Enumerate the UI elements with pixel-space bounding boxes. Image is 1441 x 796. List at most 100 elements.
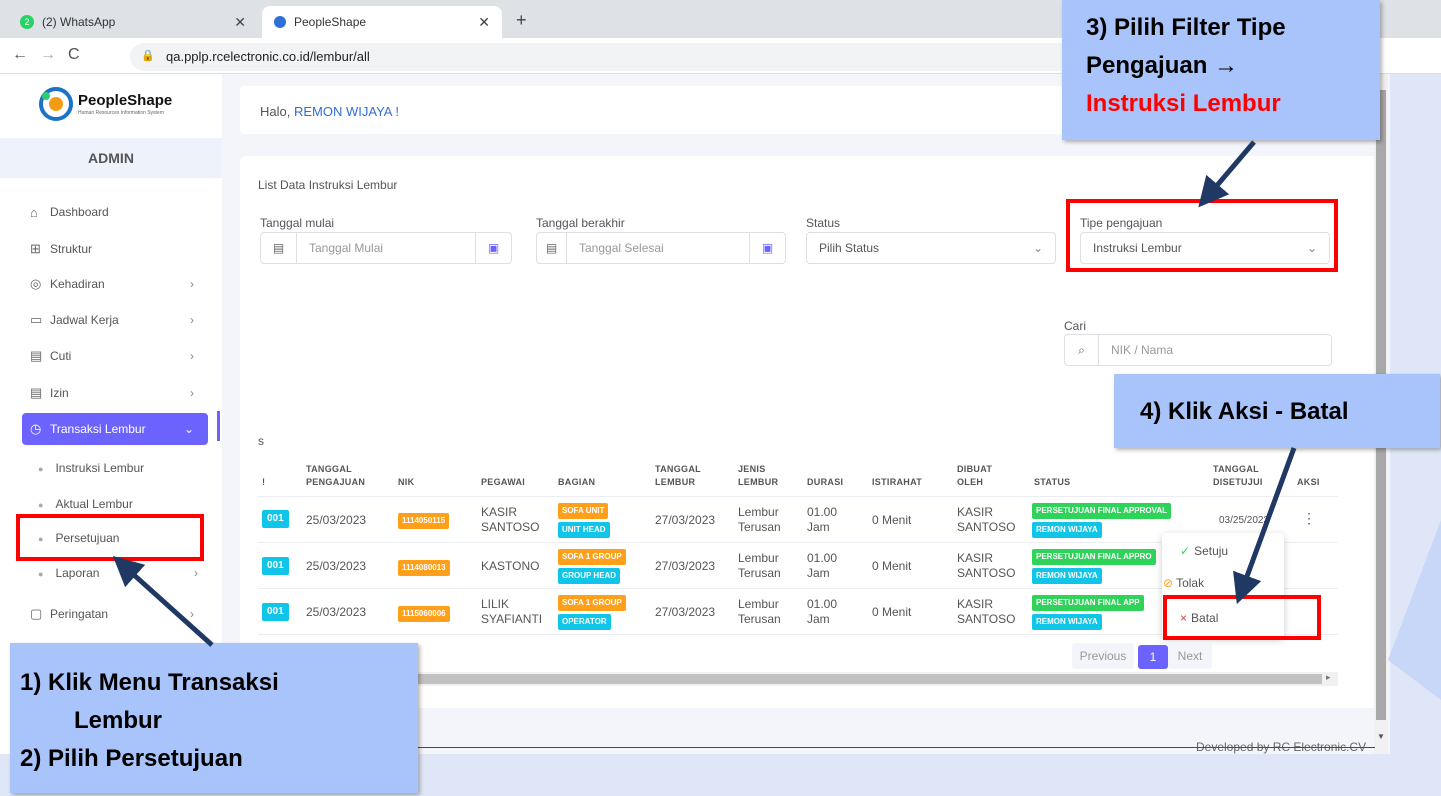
overtime-date: 27/03/2023 <box>655 513 716 527</box>
break: 0 Menit <box>872 605 912 619</box>
annotation-step-3: 3) Pilih Filter Tipe Pengajuan → Instruk… <box>1062 0 1380 140</box>
submenu-laporan[interactable]: ● Laporan › <box>38 566 198 580</box>
annotation-line: Instruksi Lembur <box>1086 90 1281 117</box>
check-icon: ✓ <box>1180 544 1191 558</box>
close-tab-icon[interactable]: ✕ <box>234 14 246 31</box>
calendar-icon: ▤ <box>537 233 567 263</box>
tab-peopleshape[interactable]: PeopleShape ✕ <box>262 6 502 38</box>
end-date-field[interactable]: ▤ Tanggal Selesai ▣ <box>536 232 786 264</box>
annotation-step-4: 4) Klik Aksi - Batal <box>1114 374 1440 448</box>
tab-whatsapp[interactable]: 2 (2) WhatsApp ✕ <box>8 6 258 38</box>
column-header: DURASI <box>807 477 844 487</box>
clock-icon: ◷ <box>30 421 42 436</box>
sidebar-item-izin[interactable]: ▤ Izin › <box>22 377 208 409</box>
chevron-right-icon: › <box>190 349 194 363</box>
submenu-aktual-lembur[interactable]: ● Aktual Lembur <box>38 497 133 511</box>
sidebar-item-struktur[interactable]: ⊞ Struktur <box>22 233 208 265</box>
created-by: KASIR SANTOSO <box>957 597 1016 626</box>
menu-label: Peringatan <box>50 607 109 621</box>
new-tab-icon[interactable]: + <box>516 10 527 31</box>
chevron-right-icon: › <box>190 386 194 400</box>
next-button[interactable]: Next <box>1168 643 1212 669</box>
id-badge: 001 <box>262 510 289 528</box>
close-tab-icon[interactable]: ✕ <box>478 14 490 31</box>
start-date-field[interactable]: ▤ Tanggal Mulai ▣ <box>260 232 512 264</box>
break: 0 Menit <box>872 559 912 573</box>
url-field[interactable]: qa.pplp.rcelectronic.co.id/lembur/all <box>130 43 1130 71</box>
logo: PeopleShape Human Resources Information … <box>38 86 198 126</box>
unit-badge: SOFA UNIT <box>558 503 609 519</box>
search-input[interactable]: ⌕ NIK / Nama <box>1064 334 1332 366</box>
nik-badge: 1115060006 <box>398 606 450 622</box>
overtime-date: 27/03/2023 <box>655 559 716 573</box>
submenu-instruksi-lembur[interactable]: ● Instruksi Lembur <box>38 461 144 475</box>
overtime-type: Lembur Terusan <box>738 597 781 626</box>
lock-icon: 🔒 <box>141 50 155 62</box>
employee-name: KASIR SANTOSO <box>481 505 540 534</box>
search-placeholder: NIK / Nama <box>1111 343 1174 357</box>
duration: 01.00 Jam <box>807 551 838 580</box>
annotation-line: Lembur <box>74 707 163 734</box>
tab-title: PeopleShape <box>294 15 367 29</box>
highlight-batal <box>1163 595 1321 640</box>
chevron-right-icon: › <box>194 566 198 580</box>
position-badge: GROUP HEAD <box>558 568 621 584</box>
home-icon: ⌂ <box>30 204 38 220</box>
sidebar-item-transaksi-lembur[interactable]: ◷ Transaksi Lembur ⌄ <box>22 413 208 445</box>
status-badge: PERSETUJUAN FINAL APPROVAL <box>1032 503 1171 519</box>
status-value: Pilih Status <box>819 241 880 255</box>
note-icon: ▢ <box>30 606 43 621</box>
submenu-label: Aktual Lembur <box>55 497 133 511</box>
option-label: Setuju <box>1194 544 1229 558</box>
created-by: KASIR SANTOSO <box>957 551 1016 580</box>
annotation-line: 3) Pilih Filter Tipe <box>1086 14 1286 41</box>
nik-badge: 1114080013 <box>398 560 450 576</box>
kebab-menu-icon[interactable]: ⋮ <box>1302 510 1316 527</box>
start-date-placeholder: Tanggal Mulai <box>309 241 384 255</box>
chevron-down-icon: ⌄ <box>183 422 194 436</box>
sidebar-item-dashboard[interactable]: ⌂ Dashboard <box>22 196 208 228</box>
previous-button[interactable]: Previous <box>1072 643 1134 669</box>
column-header-id: ! <box>262 477 266 487</box>
scroll-down-icon[interactable]: ▼ <box>1377 732 1385 741</box>
approver-badge: REMON WIJAYA <box>1032 614 1102 630</box>
chevron-right-icon: › <box>190 313 194 327</box>
submenu-label: Laporan <box>55 566 100 580</box>
menu-label: Kehadiran <box>50 277 105 291</box>
reject-option[interactable]: ⊘ Tolak <box>1163 576 1204 590</box>
annotation-step-1-2: 1) Klik Menu Transaksi Lembur 2) Pilih P… <box>10 643 418 793</box>
page-1-button[interactable]: 1 <box>1138 645 1168 669</box>
calendar-x-icon[interactable]: ▣ <box>749 233 785 263</box>
show-entries-text: s <box>258 434 264 448</box>
position-badge: UNIT HEAD <box>558 522 610 538</box>
sidebar-item-peringatan[interactable]: ▢ Peringatan › <box>22 598 208 630</box>
calendar-icon: ▤ <box>261 233 297 263</box>
sidebar-item-jadwal-kerja[interactable]: ▭ Jadwal Kerja › <box>22 304 208 336</box>
scrollbar-thumb[interactable] <box>262 674 1322 684</box>
status-select[interactable]: Pilih Status ⌄ <box>806 232 1056 264</box>
column-header: BAGIAN <box>558 477 596 487</box>
status-label: Status <box>806 216 841 230</box>
overtime-type: Lembur Terusan <box>738 551 781 580</box>
user-name: REMON WIJAYA ! <box>293 104 399 119</box>
sidebar-item-kehadiran[interactable]: ◎ Kehadiran › <box>22 268 208 300</box>
menu-label: Transaksi Lembur <box>50 422 146 436</box>
submit-date: 25/03/2023 <box>306 559 367 573</box>
column-header: NIK <box>398 477 415 487</box>
annotation-line: 2) Pilih Persetujuan <box>20 745 243 772</box>
sidebar-item-cuti[interactable]: ▤ Cuti › <box>22 340 208 372</box>
logo-icon <box>39 87 73 121</box>
menu-label: Izin <box>50 386 69 400</box>
search-label: Cari <box>1064 319 1087 333</box>
back-icon[interactable]: ← <box>12 46 28 64</box>
employee-name: KASTONO <box>481 559 540 573</box>
approve-option[interactable]: ✓ Setuju <box>1180 544 1228 558</box>
forward-icon[interactable]: → <box>40 46 56 64</box>
role-label: ADMIN <box>0 138 222 178</box>
calendar-x-icon[interactable]: ▣ <box>475 233 511 263</box>
status-badge: PERSETUJUAN FINAL APP <box>1032 595 1144 611</box>
active-indicator <box>217 411 220 441</box>
scroll-right-icon[interactable]: ▸ <box>1326 672 1331 683</box>
reload-icon[interactable]: C <box>68 46 80 64</box>
approver-badge: REMON WIJAYA <box>1032 522 1102 538</box>
